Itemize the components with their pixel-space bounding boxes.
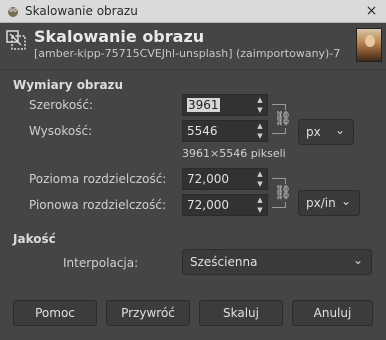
height-spinbutton[interactable]: 5546 ▲ ▼	[182, 120, 268, 142]
section-quality: Jakość	[13, 232, 56, 246]
pixel-size-info: 3961×5546 pikseli	[182, 147, 286, 160]
dialog-header: Skalowanie obrazu [amber-kipp-75715CVEJh…	[0, 23, 386, 69]
dialog-title: Skalowanie obrazu	[34, 27, 205, 46]
interpolation-combo[interactable]: Sześcienna ⌄	[182, 249, 372, 275]
xres-value[interactable]: 72,000	[187, 172, 229, 186]
width-label: Szerokość:	[29, 98, 94, 112]
xres-spinbutton[interactable]: 72,000 ▲ ▼	[182, 168, 268, 190]
chain-link-icon[interactable]: ⛓	[274, 110, 292, 128]
spin-arrows-icon[interactable]: ▲ ▼	[253, 169, 267, 189]
header-divider	[0, 69, 386, 70]
height-value[interactable]: 5546	[187, 124, 218, 138]
scale-image-icon	[6, 30, 26, 50]
help-button[interactable]: Pomoc	[13, 300, 97, 326]
height-label: Wysokość:	[29, 124, 93, 138]
close-icon[interactable]: ×	[363, 3, 380, 20]
spin-arrows-icon[interactable]: ▲ ▼	[253, 195, 267, 215]
window-title: Skalowanie obrazu	[25, 4, 138, 18]
yres-spinbutton[interactable]: 72,000 ▲ ▼	[182, 194, 268, 216]
interpolation-label: Interpolacja:	[63, 256, 139, 270]
yres-value[interactable]: 72,000	[187, 198, 229, 212]
interpolation-value: Sześcienna	[190, 255, 258, 269]
xres-label: Pozioma rozdzielczość:	[29, 172, 167, 186]
spin-arrows-icon[interactable]: ▲ ▼	[253, 95, 267, 115]
res-unit-value: px/in	[306, 196, 336, 210]
unit-combo[interactable]: px ⌄	[298, 119, 354, 145]
cancel-button[interactable]: Anuluj	[292, 300, 373, 326]
chevron-down-icon: ⌄	[340, 194, 351, 208]
res-unit-combo[interactable]: px/in ⌄	[298, 190, 360, 216]
width-value[interactable]: 3961	[187, 98, 220, 112]
window-titlebar: Skalowanie obrazu ×	[0, 0, 386, 23]
unit-value: px	[306, 125, 321, 139]
gimp-wilber-icon	[8, 7, 18, 17]
image-thumbnail	[356, 28, 382, 62]
spin-arrows-icon[interactable]: ▲ ▼	[253, 121, 267, 141]
scale-button[interactable]: Skaluj	[199, 300, 283, 326]
chevron-down-icon: ⌄	[334, 123, 345, 137]
yres-label: Pionowa rozdzielczość:	[29, 198, 166, 212]
chain-link-icon[interactable]: ⛓	[274, 184, 292, 202]
image-name: [amber-kipp-75715CVEJhl-unsplash] (zaimp…	[34, 47, 341, 60]
chevron-down-icon: ⌄	[352, 253, 363, 267]
section-image-size: Wymiary obrazu	[13, 78, 124, 92]
width-spinbutton[interactable]: 3961 ▲ ▼	[182, 94, 268, 116]
reset-button[interactable]: Przywróć	[106, 300, 190, 326]
